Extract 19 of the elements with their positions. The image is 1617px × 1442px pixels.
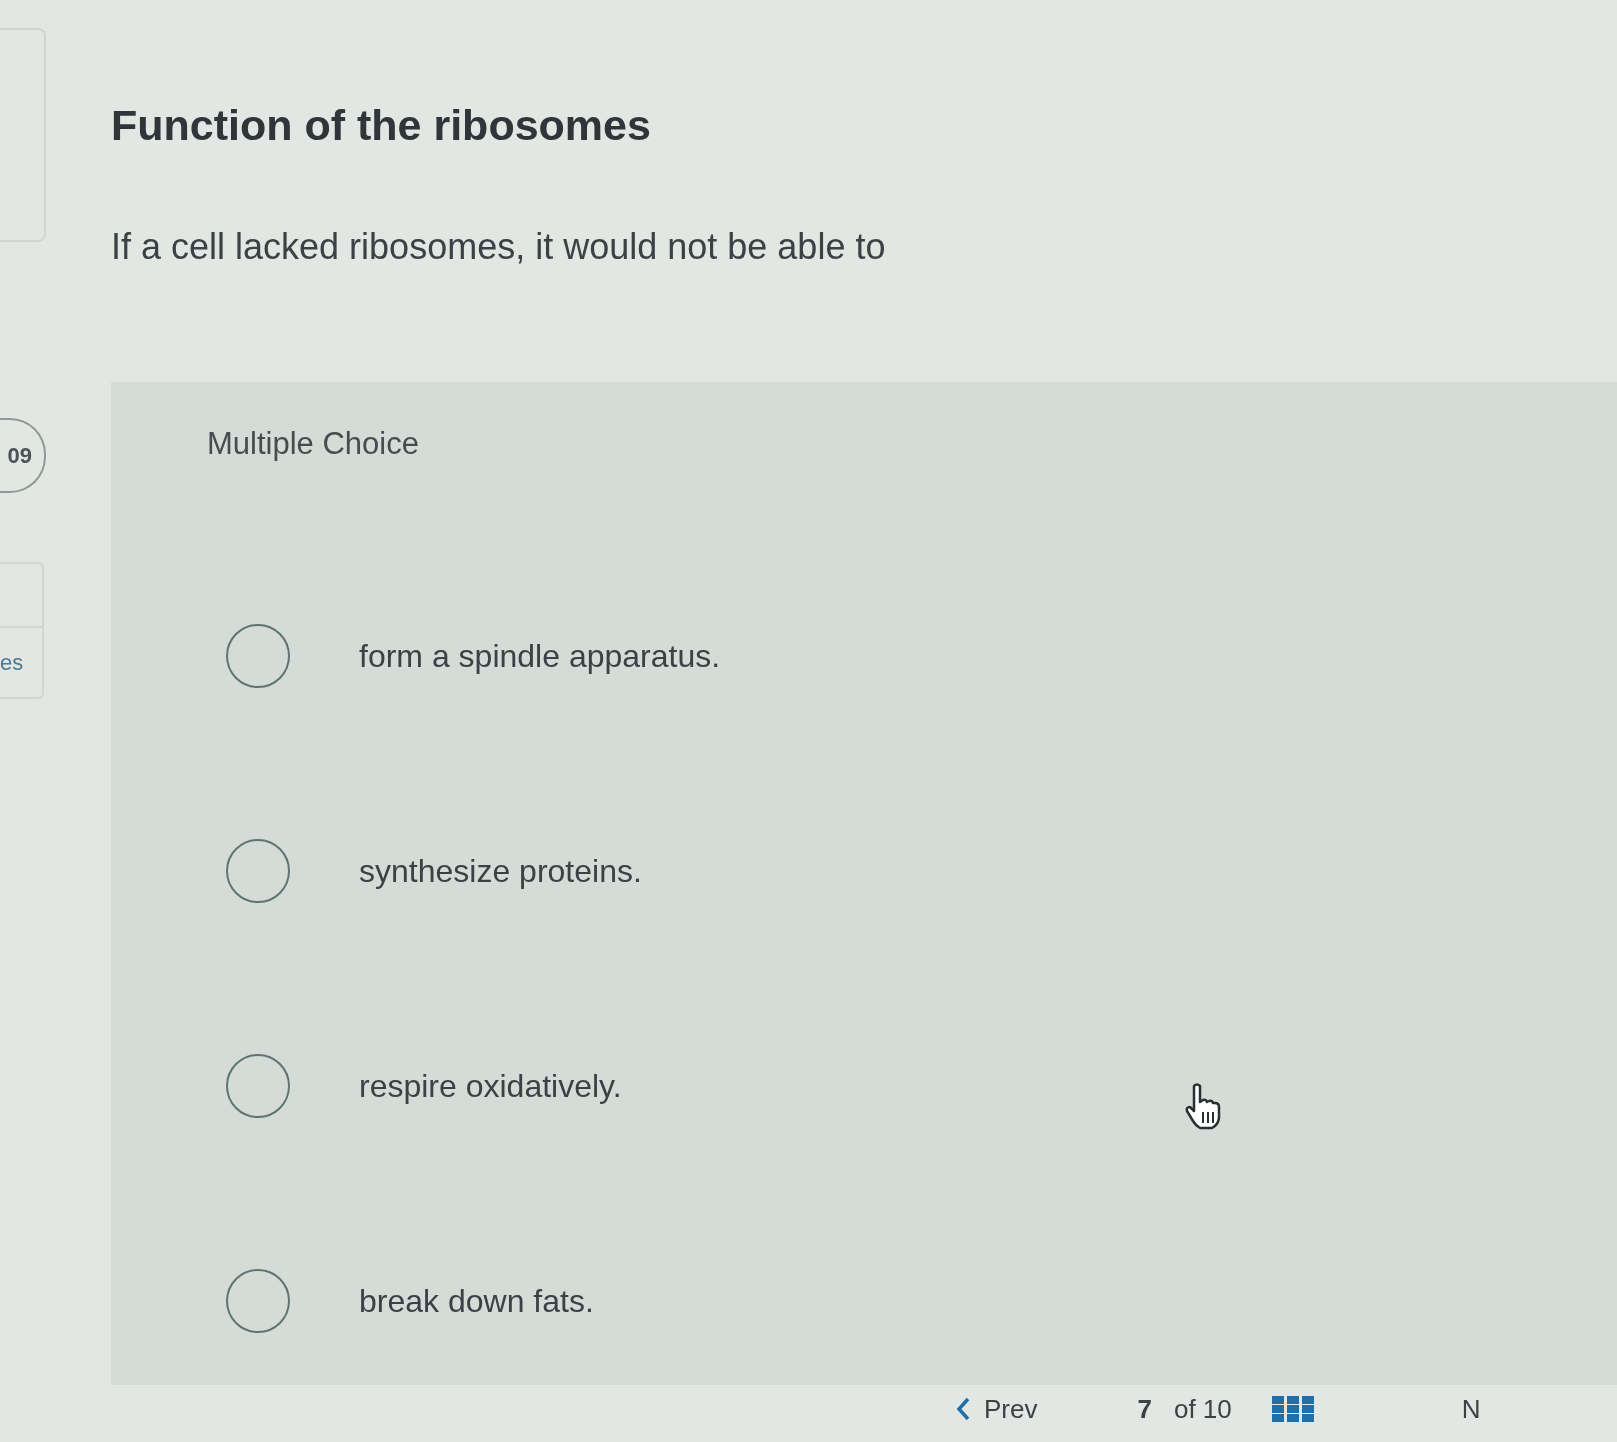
radio-button[interactable] [226,1054,290,1118]
next-link[interactable]: N [1461,1393,1481,1424]
prev-link[interactable]: Prev [956,1393,1038,1424]
answer-option-text[interactable]: break down fats. [359,1282,594,1320]
side-label[interactable]: es [0,651,24,674]
question-title: Function of the ribosomes [111,100,651,150]
answer-option-text[interactable]: form a spindle apparatus. [359,637,721,675]
grid-icon[interactable] [1271,1395,1314,1422]
radio-button[interactable] [226,839,290,903]
chevron-left-icon [956,1396,970,1421]
question-number-badge[interactable]: 09 [0,418,46,493]
page-current[interactable]: 7 [1137,1393,1152,1424]
question-type-label: Multiple Choice [207,426,419,462]
page-total: of 10 [1173,1393,1232,1424]
radio-button[interactable] [226,624,290,688]
radio-button[interactable] [226,1269,290,1333]
question-prompt: If a cell lacked ribosomes, it would not be able to [111,226,886,268]
answer-option-text[interactable]: synthesize proteins. [359,852,642,890]
answer-option-text[interactable]: respire oxidatively. [359,1067,622,1105]
